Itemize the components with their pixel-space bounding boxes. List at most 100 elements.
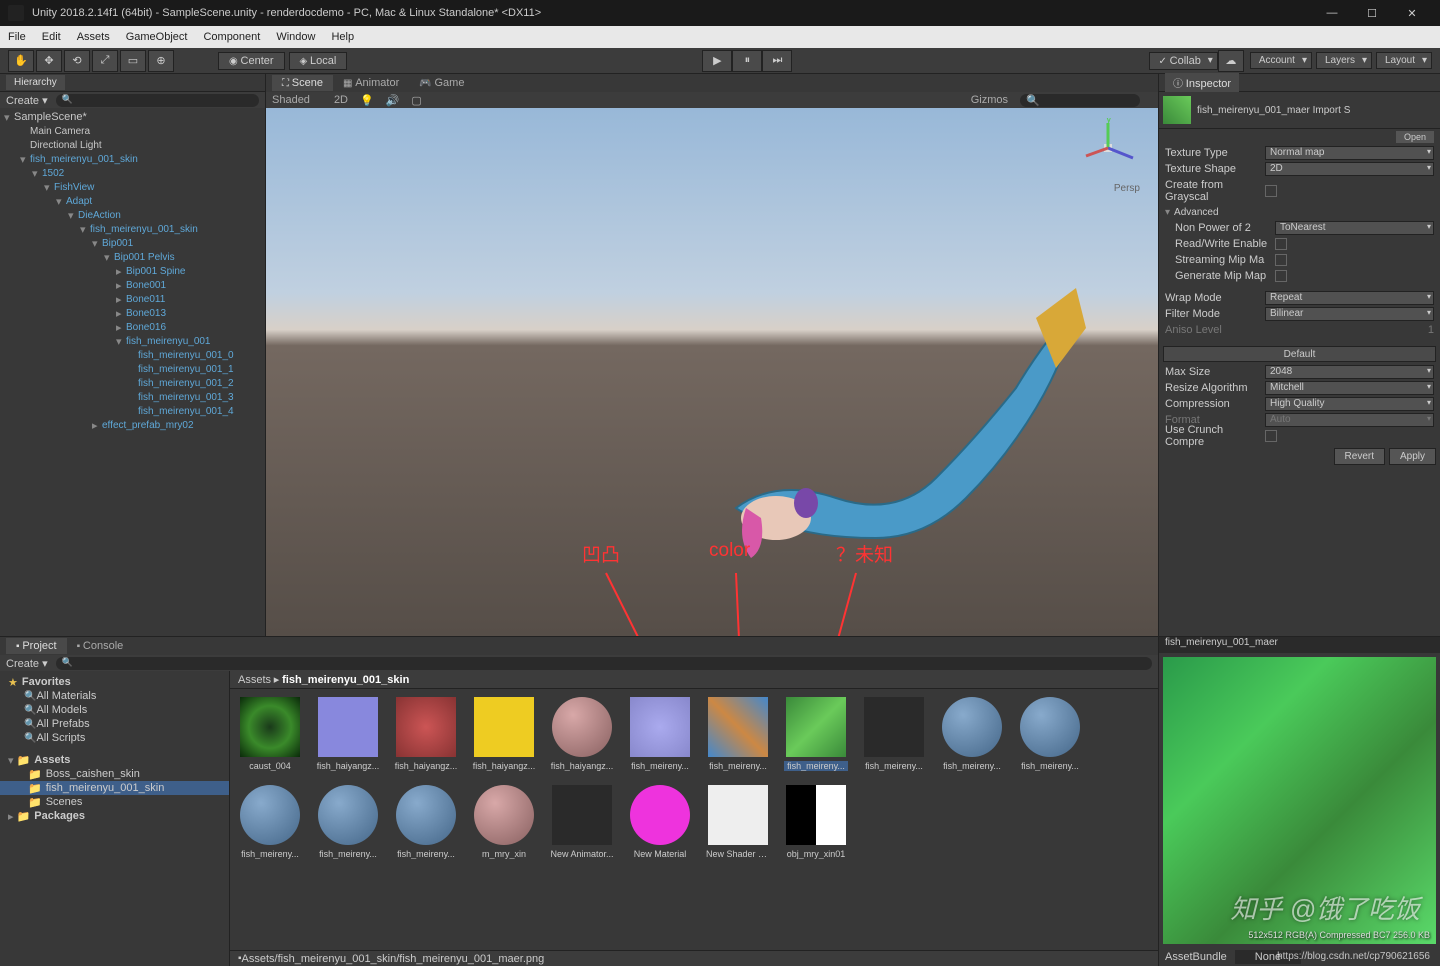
hierarchy-item[interactable]: ▸Bone013	[0, 306, 265, 320]
close-button[interactable]: ✕	[1392, 0, 1432, 26]
asset-item[interactable]: fish_haiyangz...	[316, 697, 380, 771]
assets-folder[interactable]: ▾ 📁Assets	[0, 753, 229, 767]
hierarchy-item[interactable]: ▾DieAction	[0, 208, 265, 222]
asset-item[interactable]: fish_haiyangz...	[394, 697, 458, 771]
hierarchy-search-input[interactable]: 🔍	[56, 94, 259, 107]
scene-root[interactable]: ▾SampleScene*	[0, 110, 265, 124]
hierarchy-item[interactable]: ▸Bone011	[0, 292, 265, 306]
menu-gameobject[interactable]: GameObject	[126, 31, 188, 43]
audio-toggle[interactable]: 🔊	[386, 94, 400, 107]
asset-grid[interactable]: caust_004fish_haiyangz...fish_haiyangz..…	[230, 689, 1158, 950]
rotate-tool-button[interactable]: ⟲	[64, 50, 90, 72]
project-folder-tree[interactable]: ★Favorites 🔍 All Materials 🔍 All Models …	[0, 671, 230, 966]
menu-file[interactable]: File	[8, 31, 26, 43]
filter-mode-dropdown[interactable]: Bilinear	[1265, 307, 1434, 321]
hierarchy-item[interactable]: ▾FishView	[0, 180, 265, 194]
hierarchy-create-button[interactable]: Create ▾	[6, 94, 48, 107]
hierarchy-tree[interactable]: ▾SampleScene* Main CameraDirectional Lig…	[0, 108, 265, 636]
asset-item[interactable]: fish_meireny...	[316, 785, 380, 859]
resize-dropdown[interactable]: Mitchell	[1265, 381, 1434, 395]
asset-item[interactable]: fish_meireny...	[784, 697, 848, 771]
hierarchy-item[interactable]: fish_meirenyu_001_3	[0, 390, 265, 404]
asset-item[interactable]: fish_meireny...	[1018, 697, 1082, 771]
fav-all-scripts[interactable]: 🔍 All Scripts	[0, 731, 229, 745]
folder-scenes[interactable]: 📁Scenes	[0, 795, 229, 809]
multi-tool-button[interactable]: ⊕	[148, 50, 174, 72]
hierarchy-item[interactable]: fish_meirenyu_001_0	[0, 348, 265, 362]
hierarchy-item[interactable]: ▾Adapt	[0, 194, 265, 208]
hierarchy-item[interactable]: ▸Bone016	[0, 320, 265, 334]
hierarchy-item[interactable]: fish_meirenyu_001_1	[0, 362, 265, 376]
hierarchy-item[interactable]: ▸Bip001 Spine	[0, 264, 265, 278]
hierarchy-item[interactable]: ▾fish_meirenyu_001	[0, 334, 265, 348]
compression-dropdown[interactable]: High Quality	[1265, 397, 1434, 411]
texture-type-dropdown[interactable]: Normal map	[1265, 146, 1434, 160]
persp-label[interactable]: Persp	[1114, 183, 1140, 194]
asset-item[interactable]: fish_meireny...	[394, 785, 458, 859]
readwrite-checkbox[interactable]	[1275, 238, 1287, 250]
scene-search-input[interactable]: 🔍	[1020, 94, 1140, 107]
menu-edit[interactable]: Edit	[42, 31, 61, 43]
hierarchy-tab[interactable]: Hierarchy	[6, 75, 65, 90]
inspector-tab[interactable]: ⓘ Inspector	[1165, 73, 1239, 92]
menu-assets[interactable]: Assets	[77, 31, 110, 43]
menu-help[interactable]: Help	[331, 31, 354, 43]
cloud-button[interactable]: ☁	[1218, 50, 1244, 72]
layers-dropdown[interactable]: Layers	[1316, 52, 1372, 69]
minimize-button[interactable]: —	[1312, 0, 1352, 26]
texture-shape-dropdown[interactable]: 2D	[1265, 162, 1434, 176]
asset-item[interactable]: fish_meireny...	[862, 697, 926, 771]
project-create-button[interactable]: Create ▾	[6, 657, 48, 670]
open-button[interactable]: Open	[1396, 131, 1434, 143]
lighting-toggle[interactable]: 💡	[360, 94, 374, 107]
tab-console[interactable]: ▪ Console	[67, 638, 134, 654]
streaming-checkbox[interactable]	[1275, 254, 1287, 266]
apply-button[interactable]: Apply	[1389, 448, 1436, 465]
folder-boss-caishen[interactable]: 📁Boss_caishen_skin	[0, 767, 229, 781]
fx-toggle[interactable]: ▢	[411, 94, 421, 107]
assetbundle-dropdown[interactable]: None	[1235, 950, 1301, 964]
project-search-input[interactable]: 🔍	[56, 657, 1152, 670]
hierarchy-item[interactable]: ▾fish_meirenyu_001_skin	[0, 152, 265, 166]
project-breadcrumb[interactable]: Assets ▸ fish_meirenyu_001_skin	[230, 671, 1158, 689]
rect-tool-button[interactable]: ▭	[120, 50, 146, 72]
hierarchy-item[interactable]: ▸Bone001	[0, 278, 265, 292]
platform-default-tab[interactable]: Default	[1163, 346, 1436, 362]
packages-folder[interactable]: ▸ 📁Packages	[0, 809, 229, 823]
revert-button[interactable]: Revert	[1334, 448, 1385, 465]
hierarchy-item[interactable]: ▾Bip001	[0, 236, 265, 250]
step-button[interactable]: ⏭	[762, 50, 792, 72]
pivot-local-button[interactable]: ◈ Local	[289, 52, 348, 70]
folder-fish-meirenyu[interactable]: 📁fish_meirenyu_001_skin	[0, 781, 229, 795]
hierarchy-item[interactable]: fish_meirenyu_001_2	[0, 376, 265, 390]
scene-gizmo[interactable]: y	[1078, 118, 1138, 178]
hierarchy-item[interactable]: ▾1502	[0, 166, 265, 180]
shading-mode-dropdown[interactable]: Shaded	[272, 94, 310, 106]
fav-all-materials[interactable]: 🔍 All Materials	[0, 689, 229, 703]
pause-button[interactable]: ⏸	[732, 50, 762, 72]
crunch-checkbox[interactable]	[1265, 430, 1277, 442]
tab-scene[interactable]: ⛶ Scene	[272, 75, 333, 91]
asset-item[interactable]: fish_haiyangz...	[550, 697, 614, 771]
account-dropdown[interactable]: Account	[1250, 52, 1312, 69]
npot-dropdown[interactable]: ToNearest	[1275, 221, 1434, 235]
gizmos-dropdown[interactable]: Gizmos	[971, 94, 1008, 106]
asset-item[interactable]: New Shader G...	[706, 785, 770, 859]
advanced-foldout[interactable]: Advanced	[1159, 205, 1440, 220]
tab-animator[interactable]: ▦ Animator	[333, 75, 409, 91]
wrap-mode-dropdown[interactable]: Repeat	[1265, 291, 1434, 305]
maximize-button[interactable]: ☐	[1352, 0, 1392, 26]
menu-window[interactable]: Window	[276, 31, 315, 43]
hand-tool-button[interactable]: ✋	[8, 50, 34, 72]
max-size-dropdown[interactable]: 2048	[1265, 365, 1434, 379]
asset-item[interactable]: fish_meireny...	[706, 697, 770, 771]
menu-component[interactable]: Component	[203, 31, 260, 43]
asset-item[interactable]: New Material	[628, 785, 692, 859]
asset-item[interactable]: fish_haiyangz...	[472, 697, 536, 771]
scene-viewport[interactable]: y Persp 凹凸 color ？未知	[266, 108, 1158, 636]
grayscale-checkbox[interactable]	[1265, 185, 1277, 197]
hierarchy-item[interactable]: fish_meirenyu_001_4	[0, 404, 265, 418]
scale-tool-button[interactable]: ⤢	[92, 50, 118, 72]
asset-item[interactable]: fish_meireny...	[940, 697, 1004, 771]
hierarchy-item[interactable]: ▸effect_prefab_mry02	[0, 418, 265, 432]
